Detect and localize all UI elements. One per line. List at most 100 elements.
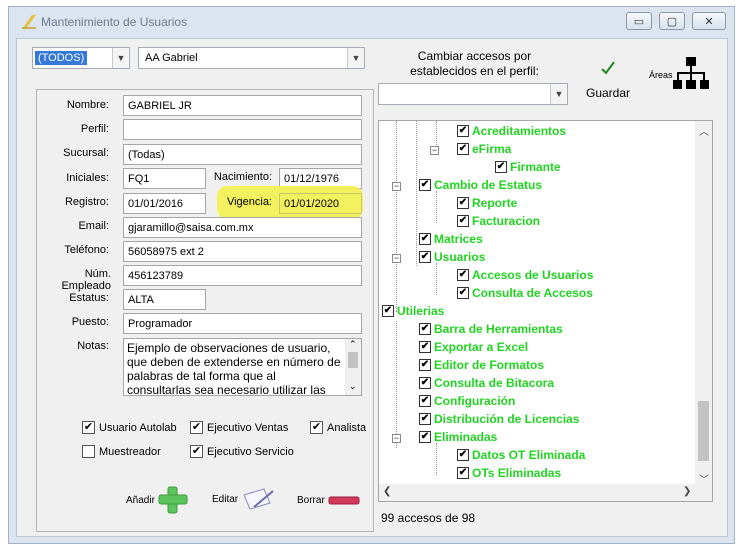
tree-node[interactable]: ✔ Eliminadas [419, 430, 497, 444]
estatus-label: Estatus: [69, 292, 109, 304]
tree-node[interactable]: ✔ Editor de Formatos [419, 358, 544, 372]
tree-node-label: Accesos de Usuarios [472, 268, 594, 282]
notas-textarea[interactable]: Ejemplo de observaciones de usuario, que… [123, 338, 362, 396]
checkbox-icon[interactable]: ✔ [310, 421, 323, 434]
tree-node-label: Exportar a Excel [434, 340, 529, 354]
registro-label: Registro: [64, 196, 109, 208]
puesto-field[interactable]: Programador [123, 313, 362, 334]
sucursal-field[interactable]: (Todas) [123, 144, 362, 165]
checkbox-icon[interactable]: ✔ [190, 421, 203, 434]
chevron-right-icon[interactable]: ❯ [683, 486, 691, 497]
maximize-button[interactable]: ▢ [659, 12, 685, 30]
tree-node[interactable]: ✔ Reporte [457, 196, 517, 210]
tree-node[interactable]: ✔ Datos OT Eliminada [457, 448, 585, 462]
check-analista[interactable]: ✔ Analista [310, 421, 366, 434]
vigencia-field[interactable]: 01/01/2020 [279, 193, 362, 214]
iniciales-label: Iniciales: [66, 172, 109, 184]
chevron-down-icon[interactable]: ⌄ [349, 381, 357, 392]
perfil-field[interactable] [123, 119, 362, 140]
chevron-down-icon[interactable]: ▼ [112, 48, 129, 68]
delete-button[interactable]: Borrar [297, 495, 360, 506]
puesto-label: Puesto: [71, 316, 109, 328]
check-usuario-autolab[interactable]: ✔ Usuario Autolab [82, 421, 177, 434]
save-button[interactable]: Guardar [583, 59, 633, 100]
tree-node[interactable]: ✔ Consulta de Accesos [457, 286, 593, 300]
perfil-access-combo[interactable]: ▼ [378, 83, 568, 105]
check-label: Ejecutivo Servicio [207, 445, 294, 458]
chevron-up-icon[interactable]: ︿ [699, 123, 709, 138]
tree-node[interactable]: ✔ Accesos de Usuarios [457, 268, 593, 282]
filter-combo[interactable]: (TODOS) ▼ [32, 47, 130, 69]
window-title: Mantenimiento de Usuarios [41, 15, 188, 29]
delete-label: Borrar [297, 495, 325, 506]
tree-node[interactable]: ✔ Matrices [419, 232, 483, 246]
num-empleado-label: Núm. Empleado [61, 268, 111, 292]
tree-node[interactable]: ✔ Exportar a Excel [419, 340, 528, 354]
add-button[interactable]: Añadir [126, 485, 189, 515]
scroll-thumb[interactable] [698, 401, 709, 461]
check-ejecutivo-ventas[interactable]: ✔ Ejecutivo Ventas [190, 421, 288, 434]
tree-node-label: Consulta de Bitacora [434, 376, 555, 390]
check-label: Ejecutivo Ventas [207, 421, 289, 434]
tree-horizontal-scrollbar[interactable]: ❮ ❯ [379, 484, 712, 501]
tree-node[interactable]: ✔ eFirma [457, 142, 511, 156]
chevron-down-icon[interactable]: ▼ [347, 48, 364, 68]
iniciales-field[interactable]: FQ1 [123, 168, 206, 189]
edit-label: Editar [212, 493, 239, 505]
registro-field[interactable]: 01/01/2016 [123, 193, 206, 214]
tree-node-label: Usuarios [434, 250, 486, 264]
tree-node[interactable]: ✔ Consulta de Bitacora [419, 376, 554, 390]
user-combo[interactable]: AA Gabriel ▼ [138, 47, 365, 69]
check-label: Muestreador [99, 445, 161, 458]
chevron-down-icon[interactable]: ▼ [550, 84, 567, 104]
access-tree[interactable]: − − − − ✔ Acreditamientos ✔ eFirma ✔ Firman… [378, 120, 713, 502]
tree-node[interactable]: ✔ Acreditamientos [457, 124, 566, 138]
scroll-thumb[interactable] [348, 352, 358, 368]
estatus-field[interactable]: ALTA [123, 289, 206, 310]
tree-node[interactable]: ✔ Cambio de Estatus [419, 178, 542, 192]
notas-scrollbar[interactable]: ⌃ ⌄ [345, 339, 361, 395]
tree-node[interactable]: ✔ Barra de Herramientas [419, 322, 563, 336]
chevron-up-icon[interactable]: ⌃ [349, 339, 357, 350]
tree-node[interactable]: ✔ Utilerias [382, 304, 444, 318]
nombre-field[interactable]: GABRIEL JR [123, 95, 362, 116]
num-empleado-field[interactable]: 456123789 [123, 265, 362, 286]
expand-toggle[interactable]: − [430, 146, 439, 155]
checkbox-icon[interactable] [82, 445, 95, 458]
check-muestreador[interactable]: Muestreador [82, 445, 161, 458]
tree-node[interactable]: ✔ Distribución de Licencias [419, 412, 579, 426]
close-button[interactable]: ✕ [692, 12, 726, 30]
minimize-button[interactable]: ▭ [626, 12, 652, 30]
tree-node-label: eFirma [472, 142, 512, 156]
tree-node[interactable]: ✔ Usuarios [419, 250, 485, 264]
notas-text: Ejemplo de observaciones de usuario, que… [127, 341, 341, 396]
checkbox-icon[interactable]: ✔ [82, 421, 95, 434]
tree-node-label: Acreditamientos [472, 124, 567, 138]
tree-node[interactable]: ✔ Configuración [419, 394, 515, 408]
title-bar: Mantenimiento de Usuarios ▭ ▢ ✕ [9, 7, 734, 35]
notas-label: Notas: [77, 340, 109, 352]
edit-button[interactable]: Editar [212, 485, 276, 513]
telefono-label: Teléfono: [64, 244, 109, 256]
tree-node[interactable]: ✔ Facturacion [457, 214, 540, 228]
areas-label: Áreas [649, 70, 673, 80]
tree-vertical-scrollbar[interactable]: ︿ ﹀ [695, 121, 712, 486]
chevron-left-icon[interactable]: ❮ [383, 486, 391, 497]
tree-node-label: Distribución de Licencias [434, 412, 580, 426]
tree-node-label: Cambio de Estatus [434, 178, 543, 192]
expand-toggle[interactable]: − [392, 182, 401, 191]
check-ejecutivo-servicio[interactable]: ✔ Ejecutivo Servicio [190, 445, 294, 458]
close-icon: ✕ [704, 15, 714, 28]
email-field[interactable]: gjaramillo@saisa.com.mx [123, 217, 362, 238]
expand-toggle[interactable]: − [392, 434, 401, 443]
telefono-field[interactable]: 56058975 ext 2 [123, 241, 362, 262]
tree-node[interactable]: ✔ OTs Eliminadas [457, 466, 561, 480]
expand-toggle[interactable]: − [392, 254, 401, 263]
access-count-status: 99 accesos de 98 [381, 511, 476, 525]
tree-node[interactable]: ✔ Firmante [495, 160, 561, 174]
tree-node-label: Reporte [472, 196, 518, 210]
delete-icon [328, 496, 360, 504]
checkbox-icon[interactable]: ✔ [190, 445, 203, 458]
org-chart-icon[interactable] [673, 56, 709, 92]
edit-icon [243, 488, 274, 510]
